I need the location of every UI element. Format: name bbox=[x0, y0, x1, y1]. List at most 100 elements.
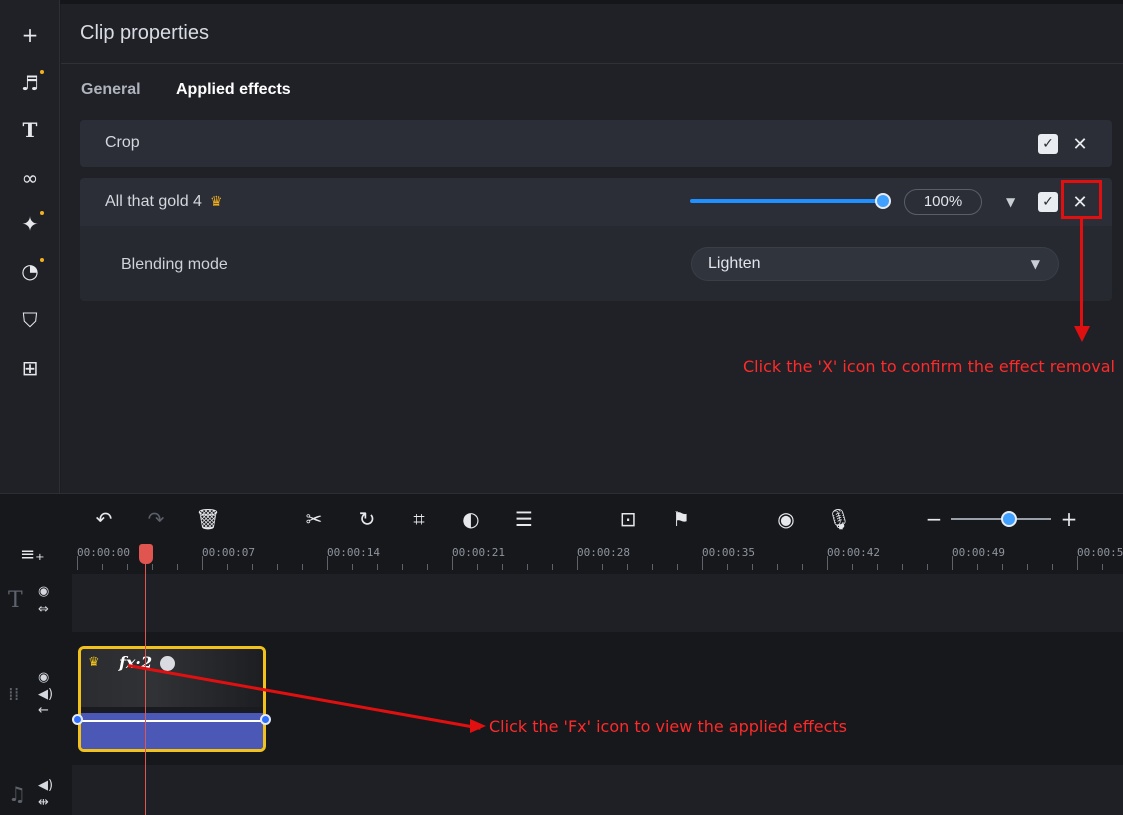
color-adjust-icon[interactable]: ◐ bbox=[458, 506, 484, 532]
remove-effect-icon[interactable]: ✕ bbox=[1069, 133, 1091, 155]
music-icon[interactable]: ♬ bbox=[16, 69, 44, 97]
arrow-head-icon bbox=[470, 719, 486, 733]
clip-properties-icon[interactable]: ☰ bbox=[511, 506, 537, 532]
ruler-tick bbox=[677, 564, 678, 570]
blending-mode-row: Blending mode Lighten ▼ bbox=[80, 226, 1112, 301]
transitions-icon[interactable]: ∞ bbox=[16, 164, 44, 192]
rotate-icon[interactable]: ↻ bbox=[354, 506, 380, 532]
ruler-tick bbox=[177, 564, 178, 570]
highlight-box bbox=[1061, 180, 1102, 219]
add-track-icon[interactable]: ≡₊ bbox=[20, 544, 45, 565]
undo-icon[interactable]: ↶ bbox=[91, 506, 117, 532]
ruler-tick bbox=[402, 564, 403, 570]
ruler-tick bbox=[952, 556, 953, 570]
audio-track-head: ♫ ◀) ⇹ bbox=[0, 774, 72, 814]
ruler-tick bbox=[702, 556, 703, 570]
crop-icon[interactable]: ⌗ bbox=[406, 506, 432, 532]
crown-icon: ♛ bbox=[88, 655, 100, 670]
tool-rail: + ♬ T ∞ ✦ ◔ ⛉ ⊞ bbox=[0, 0, 60, 493]
effect-name: Crop bbox=[105, 134, 140, 151]
ruler-tick bbox=[377, 564, 378, 570]
ruler-time-label: 00:00:49 bbox=[952, 546, 1005, 559]
zoom-slider-handle[interactable] bbox=[1001, 511, 1017, 527]
magic-icon[interactable]: ✦ bbox=[16, 210, 44, 238]
delete-icon[interactable]: 🗑 bbox=[195, 506, 221, 532]
link-icon[interactable]: ⇔ bbox=[38, 602, 49, 617]
ruler-tick bbox=[977, 564, 978, 570]
ruler-time-label: 00:00:28 bbox=[577, 546, 630, 559]
effect-row-all-that-gold[interactable]: All that gold 4 ♛ 100% ▼ ✓ ✕ bbox=[80, 178, 1112, 226]
zoom-out-icon[interactable]: − bbox=[921, 506, 947, 532]
volume-line[interactable] bbox=[81, 720, 263, 722]
ruler-time-label: 00:00:56 bbox=[1077, 546, 1123, 559]
ruler-time-label: 00:00:35 bbox=[702, 546, 755, 559]
enable-checkbox[interactable]: ✓ bbox=[1038, 192, 1058, 212]
text-track-head: T ◉ ⇔ bbox=[0, 574, 72, 632]
effect-name-text: All that gold 4 bbox=[105, 193, 202, 210]
detach-arrow-icon[interactable]: ← bbox=[38, 703, 49, 718]
export-frame-icon[interactable]: ⊡ bbox=[615, 506, 641, 532]
blending-mode-label: Blending mode bbox=[121, 256, 228, 273]
enable-checkbox[interactable]: ✓ bbox=[1038, 134, 1058, 154]
ruler-tick bbox=[927, 564, 928, 570]
playhead[interactable] bbox=[145, 544, 146, 815]
filters-icon[interactable]: ◔ bbox=[16, 257, 44, 285]
ruler-tick bbox=[527, 564, 528, 570]
text-track[interactable] bbox=[72, 574, 1123, 632]
speaker-icon[interactable]: ◀) bbox=[38, 687, 53, 702]
more-tools-icon[interactable]: ⊞ bbox=[16, 354, 44, 382]
titles-icon[interactable]: T bbox=[16, 116, 44, 144]
ruler-tick bbox=[127, 564, 128, 570]
stickers-icon[interactable]: ⛉ bbox=[16, 306, 44, 334]
intensity-slider[interactable] bbox=[690, 199, 884, 203]
ruler-tick bbox=[502, 564, 503, 570]
ruler-tick bbox=[252, 564, 253, 570]
audio-track[interactable] bbox=[72, 765, 1123, 815]
chevron-down-icon[interactable]: ▼ bbox=[1006, 195, 1015, 209]
ruler-time-label: 00:00:21 bbox=[452, 546, 505, 559]
intensity-slider-handle[interactable] bbox=[875, 193, 891, 209]
ruler-time-label: 00:00:42 bbox=[827, 546, 880, 559]
video-track-icon: ⁞⁞ bbox=[8, 684, 20, 705]
ruler-tick bbox=[1077, 556, 1078, 570]
tab-general[interactable]: General bbox=[81, 81, 141, 99]
eye-icon[interactable]: ◉ bbox=[38, 670, 49, 685]
arrow-line bbox=[1080, 219, 1083, 329]
ruler-tick bbox=[1102, 564, 1103, 570]
ruler-tick bbox=[752, 564, 753, 570]
crown-icon: ♛ bbox=[209, 193, 223, 209]
blending-mode-select[interactable]: Lighten ▼ bbox=[691, 247, 1059, 281]
annotation-remove: Click the 'X' icon to confirm the effect… bbox=[743, 357, 1115, 376]
intensity-value[interactable]: 100% bbox=[904, 189, 982, 215]
eye-icon[interactable]: ◉ bbox=[38, 584, 49, 599]
clip-audio-waveform bbox=[81, 713, 263, 749]
zoom-in-icon[interactable]: + bbox=[1056, 506, 1082, 532]
microphone-icon[interactable]: 🎙 bbox=[826, 506, 852, 532]
marker-flag-icon[interactable]: ⚑ bbox=[668, 506, 694, 532]
speaker-icon[interactable]: ◀) bbox=[38, 778, 53, 793]
add-icon[interactable]: + bbox=[16, 21, 44, 49]
cut-icon[interactable]: ✂ bbox=[301, 506, 327, 532]
ruler-tick bbox=[802, 564, 803, 570]
ruler-tick bbox=[302, 564, 303, 570]
webcam-icon[interactable]: ◉ bbox=[773, 506, 799, 532]
tab-applied-effects[interactable]: Applied effects bbox=[176, 81, 291, 99]
ruler-tick bbox=[852, 564, 853, 570]
ruler-tick bbox=[577, 556, 578, 570]
playhead-handle[interactable] bbox=[139, 544, 153, 564]
ruler-tick bbox=[902, 564, 903, 570]
ruler-time-label: 00:00:00 bbox=[77, 546, 130, 559]
volume-handle-right[interactable] bbox=[260, 714, 271, 725]
effect-row-crop[interactable]: Crop ✓ ✕ bbox=[80, 120, 1112, 167]
volume-handle-left[interactable] bbox=[72, 714, 83, 725]
ruler-tick bbox=[202, 556, 203, 570]
ruler-time-label: 00:00:14 bbox=[327, 546, 380, 559]
text-track-icon: T bbox=[8, 588, 23, 613]
music-track-icon: ♫ bbox=[8, 782, 26, 806]
unlink-icon[interactable]: ⇹ bbox=[38, 795, 49, 810]
video-clip[interactable]: ♛ fx·2 bbox=[78, 646, 266, 752]
panel-title: Clip properties bbox=[80, 22, 209, 44]
redo-icon[interactable]: ↷ bbox=[143, 506, 169, 532]
app-window: + ♬ T ∞ ✦ ◔ ⛉ ⊞ Clip properties General … bbox=[0, 0, 1123, 815]
timeline-ruler[interactable]: 00:00:00 00:00:07 00:00:14 00:00:21 00:00:28… bbox=[72, 542, 1123, 574]
